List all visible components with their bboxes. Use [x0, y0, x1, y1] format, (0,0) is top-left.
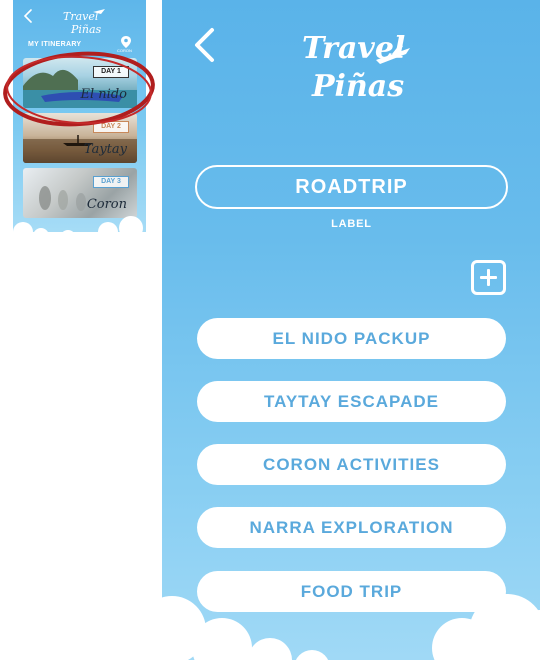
clouds-decoration: [162, 594, 540, 672]
back-arrow-icon[interactable]: [22, 9, 34, 23]
clouds-decoration-small: [13, 216, 146, 240]
add-square-icon[interactable]: [471, 260, 506, 295]
trip-button-taytay-escapade[interactable]: TAYTAY ESCAPADE: [197, 381, 506, 422]
trip-name-field[interactable]: ROADTRIP: [195, 165, 508, 209]
day-badge: DAY 3: [93, 176, 129, 188]
svg-text:Piñas: Piñas: [70, 23, 102, 36]
trip-button-el-nido-packup[interactable]: EL NIDO PACKUP: [197, 318, 506, 359]
highlight-circle: [3, 51, 155, 127]
back-arrow-icon[interactable]: [192, 27, 218, 63]
svg-text:Travel: Travel: [302, 31, 405, 66]
travel-pinas-logo: Travel Piñas: [302, 31, 410, 104]
location-pin-icon[interactable]: [121, 36, 131, 48]
trip-button-coron-activities[interactable]: CORON ACTIVITIES: [197, 444, 506, 485]
trip-name-caption: LABEL: [331, 218, 372, 230]
itinerary-title: MY ITINERARY: [28, 41, 82, 48]
trip-button-narra-exploration[interactable]: NARRA EXPLORATION: [197, 507, 506, 548]
travel-pinas-logo-small: Travel Piñas: [63, 9, 105, 36]
svg-text:Piñas: Piñas: [311, 69, 404, 104]
main-screen: Travel Piñas ROADTRIP LABEL EL NIDO PACK…: [162, 0, 540, 672]
day-place: Taytay: [83, 142, 127, 157]
